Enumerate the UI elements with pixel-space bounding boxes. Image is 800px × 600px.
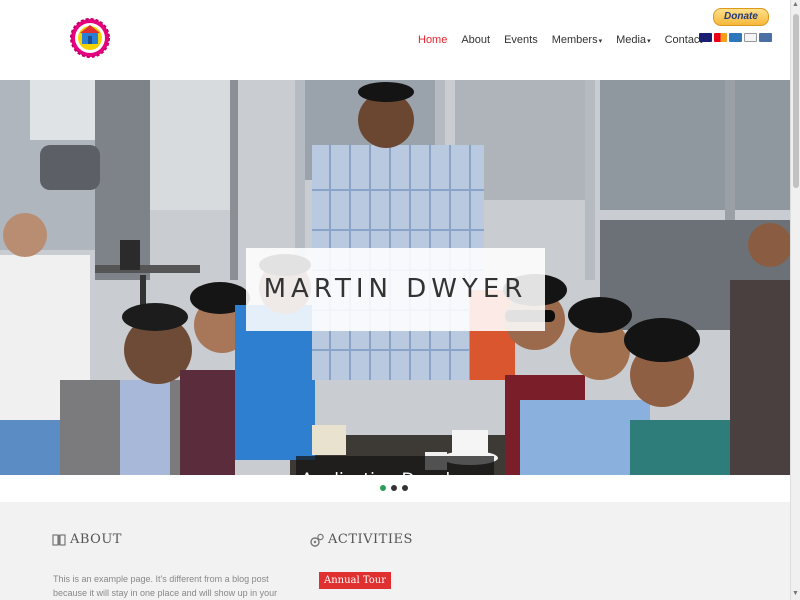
nav-home[interactable]: Home bbox=[418, 34, 447, 46]
main-nav: Home About Events Members▾ Media▾ Contac… bbox=[418, 30, 717, 50]
slider-dot-2[interactable] bbox=[391, 485, 397, 491]
hero-subtitle-box: Application Developer bbox=[296, 456, 494, 475]
nav-members-label: Members bbox=[551, 34, 598, 46]
hero-slider[interactable]: MARTIN DWYER Application Developer bbox=[0, 80, 790, 475]
about-heading: ABOUT bbox=[52, 532, 122, 547]
activities-heading-text: ACTIVITIES bbox=[328, 532, 413, 547]
mastercard-icon bbox=[714, 33, 727, 42]
hero-subtitle: Application Developer bbox=[296, 456, 494, 475]
page-scrollbar[interactable]: ▲ ▼ bbox=[790, 0, 800, 600]
nav-media-label: Media bbox=[616, 34, 647, 46]
nav-contact[interactable]: Contact bbox=[665, 34, 703, 46]
bank-card-icon bbox=[759, 33, 772, 42]
site-header: Home About Events Members▾ Media▾ Contac… bbox=[0, 0, 790, 80]
chevron-down-icon: ▾ bbox=[647, 38, 651, 45]
slider-pagination bbox=[380, 485, 408, 491]
chevron-down-icon: ▾ bbox=[598, 38, 603, 45]
payment-cards bbox=[699, 33, 772, 42]
slider-dot-3[interactable] bbox=[402, 485, 408, 491]
scroll-down-icon[interactable]: ▼ bbox=[792, 590, 799, 597]
amex-card-icon bbox=[729, 33, 742, 42]
nav-members[interactable]: Members▾ bbox=[552, 34, 602, 46]
hero-title-box: MARTIN DWYER bbox=[246, 248, 545, 331]
temple-logo-icon[interactable] bbox=[70, 12, 110, 66]
hero-title: MARTIN DWYER bbox=[263, 274, 528, 304]
nav-media[interactable]: Media▾ bbox=[616, 34, 650, 46]
nav-about[interactable]: About bbox=[461, 34, 490, 46]
scroll-up-icon[interactable]: ▲ bbox=[792, 1, 799, 8]
page: Home About Events Members▾ Media▾ Contac… bbox=[0, 0, 800, 600]
scroll-thumb[interactable] bbox=[793, 14, 799, 188]
content-section: ABOUT This is an example page. It's diff… bbox=[0, 502, 790, 600]
nav-events[interactable]: Events bbox=[504, 34, 538, 46]
visa-card-icon bbox=[699, 33, 712, 42]
activities-heading: ACTIVITIES bbox=[310, 532, 413, 547]
slider-dot-1[interactable] bbox=[380, 485, 386, 491]
annual-tour-badge[interactable]: Annual Tour bbox=[319, 572, 392, 589]
gears-icon bbox=[310, 533, 324, 547]
about-text: This is an example page. It's different … bbox=[53, 574, 278, 598]
book-icon bbox=[52, 533, 66, 546]
donate-button[interactable]: Donate bbox=[713, 8, 769, 26]
about-heading-text: ABOUT bbox=[70, 532, 122, 547]
discover-card-icon bbox=[744, 33, 757, 42]
